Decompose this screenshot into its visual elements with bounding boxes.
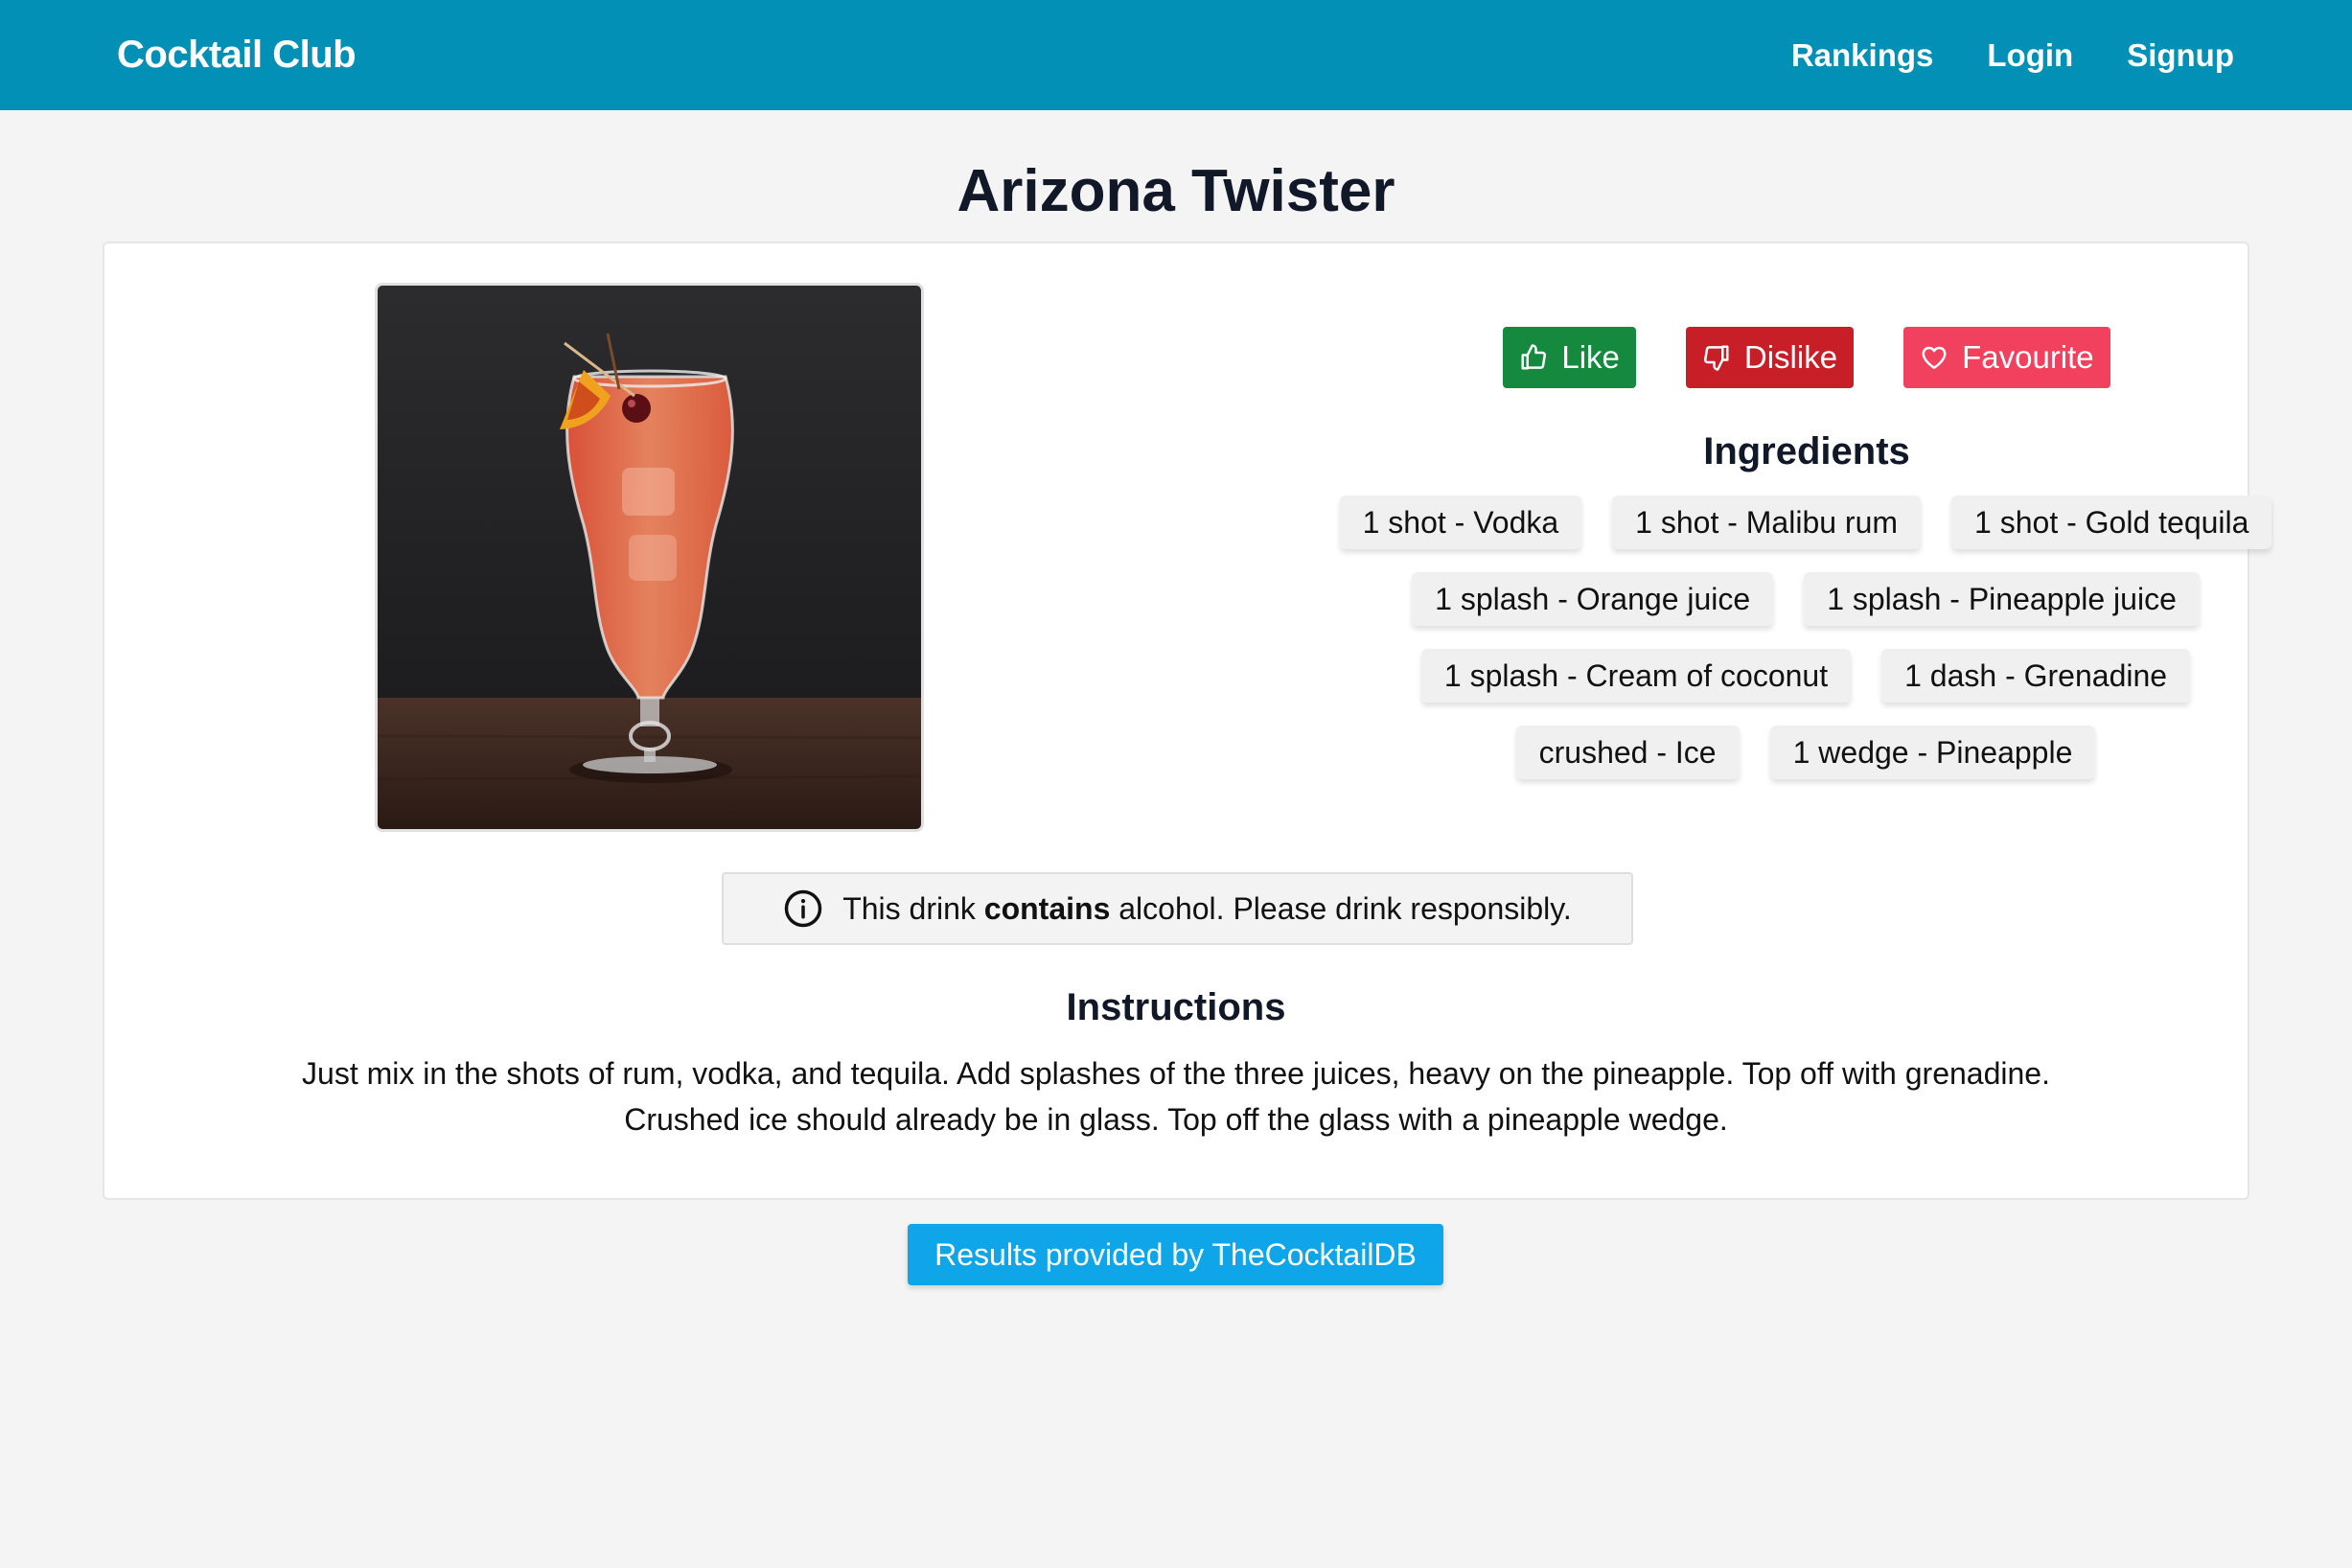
ingredient-list: 1 shot - Vodka 1 shot - Malibu rum 1 sho… (1207, 496, 2352, 802)
ingredient-chip: 1 shot - Gold tequila (1951, 496, 2272, 549)
heart-icon (1922, 346, 1947, 369)
ingredient-chip: 1 wedge - Pineapple (1769, 726, 2096, 779)
ingredient-chip: 1 dash - Grenadine (1881, 649, 2191, 703)
ingredient-chip: crushed - Ice (1515, 726, 1740, 779)
ingredient-row: crushed - Ice 1 wedge - Pineapple (1207, 726, 2352, 779)
ingredient-row: 1 shot - Vodka 1 shot - Malibu rum 1 sho… (1207, 496, 2352, 549)
alert-text: This drink contains alcohol. Please drin… (842, 891, 1572, 927)
instructions-line-1: Just mix in the shots of rum, vodka, and… (302, 1056, 2050, 1091)
alert-emphasis: contains (983, 890, 1111, 926)
nav-links: Rankings Login Signup (1791, 0, 2234, 110)
brand-link[interactable]: Cocktail Club (117, 0, 357, 110)
vote-actions: Like Dislike Favourite (1289, 327, 2324, 388)
ingredient-row: 1 splash - Cream of coconut 1 dash - Gre… (1207, 649, 2352, 703)
ingredient-chip: 1 splash - Cream of coconut (1420, 649, 1852, 703)
drink-card: Like Dislike Favourite Ingredients 1 sho… (103, 242, 2272, 1200)
ingredient-chip: 1 splash - Pineapple juice (1804, 572, 2200, 626)
like-button[interactable]: Like (1503, 327, 1636, 388)
alcohol-alert: This drink contains alcohol. Please drin… (722, 872, 1633, 945)
dislike-label: Dislike (1743, 339, 1838, 375)
nav-link-signup[interactable]: Signup (2127, 37, 2234, 74)
cocktaildb-credit-button[interactable]: Results provided by TheCocktailDB (908, 1224, 1443, 1285)
instructions-text: Just mix in the shots of rum, vodka, and… (258, 1050, 2094, 1142)
like-label: Like (1561, 339, 1620, 375)
nav-link-login[interactable]: Login (1987, 37, 2073, 74)
favourite-button[interactable]: Favourite (1903, 327, 2110, 388)
top-navbar: Cocktail Club Rankings Login Signup (0, 0, 2352, 110)
ingredient-row: 1 splash - Orange juice 1 splash - Pinea… (1207, 572, 2352, 626)
favourite-label: Favourite (1962, 339, 2094, 375)
thumbs-up-icon (1521, 344, 1547, 370)
ingredients-title: Ingredients (1703, 430, 1910, 473)
drink-photo (375, 283, 924, 832)
page-title: Arizona Twister (957, 158, 1395, 224)
ingredient-chip: 1 shot - Malibu rum (1612, 496, 1922, 549)
ingredient-chip: 1 shot - Vodka (1339, 496, 1582, 549)
instructions-line-2: Crushed ice should already be in glass. … (624, 1102, 1728, 1137)
info-icon (784, 889, 822, 928)
alert-suffix: alcohol. Please drink responsibly. (1110, 890, 1572, 926)
nav-link-rankings[interactable]: Rankings (1791, 37, 1934, 74)
alert-prefix: This drink (842, 890, 984, 926)
instructions-title: Instructions (1066, 986, 1286, 1028)
thumbs-down-icon (1703, 345, 1729, 371)
dislike-button[interactable]: Dislike (1685, 327, 1855, 388)
ingredient-chip: 1 splash - Orange juice (1412, 572, 1774, 626)
